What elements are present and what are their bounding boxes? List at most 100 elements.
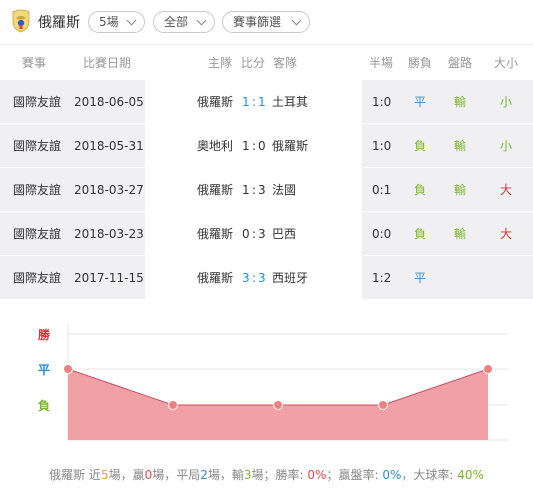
summary-text: 場，贏 bbox=[108, 468, 145, 482]
result-badge: 負 bbox=[414, 227, 427, 241]
col-result: 勝負 bbox=[408, 56, 433, 70]
score-sep: : bbox=[252, 271, 257, 285]
col-score: 比分 bbox=[241, 56, 266, 70]
ou-badge: 小 bbox=[500, 95, 513, 109]
data-point bbox=[63, 364, 73, 374]
half-score: 0:0 bbox=[372, 227, 392, 241]
table-row[interactable]: 國際友誼 2018-03-23 俄羅斯 0 : 3 巴西 0:0 負 輸 大 bbox=[0, 212, 533, 256]
away-team[interactable]: 土耳其 bbox=[272, 80, 308, 124]
y-tick-label: 負 bbox=[38, 398, 50, 413]
team-crest-icon bbox=[12, 9, 30, 33]
match-count-dropdown[interactable]: 5場 bbox=[88, 11, 145, 33]
score-away: 0 bbox=[258, 139, 266, 153]
home-team[interactable]: 奧地利 bbox=[197, 124, 233, 168]
result-badge: 負 bbox=[414, 183, 427, 197]
scope-dropdown[interactable]: 全部 bbox=[153, 11, 215, 33]
score-away: 1 bbox=[258, 95, 266, 109]
half-score: 1:0 bbox=[372, 95, 392, 109]
table-row[interactable]: 國際友誼 2018-06-05 俄羅斯 1 : 1 土耳其 1:0 平 輸 小 bbox=[0, 80, 533, 124]
summary-line: 俄羅斯 近5場，贏0場，平局2場，輸3場；勝率: 0%；贏盤率: 0%，大球率:… bbox=[0, 466, 533, 483]
col-ou: 大小 bbox=[494, 56, 519, 70]
y-tick-label: 平 bbox=[38, 363, 50, 377]
summary-text: 近 bbox=[85, 468, 101, 482]
data-point bbox=[168, 400, 178, 410]
result-badge: 平 bbox=[414, 95, 427, 109]
score-away: 3 bbox=[258, 227, 266, 241]
league-filter-value: 賽事篩選 bbox=[233, 15, 282, 29]
summary-recent-count: 5 bbox=[100, 468, 109, 482]
half-score: 0:1 bbox=[372, 183, 392, 197]
score-home: 1 bbox=[242, 139, 250, 153]
home-team[interactable]: 俄羅斯 bbox=[197, 168, 233, 212]
handicap-badge: 輸 bbox=[454, 183, 467, 197]
table-row[interactable]: 國際友誼 2018-05-31 奧地利 1 : 0 俄羅斯 1:0 負 輸 小 bbox=[0, 124, 533, 168]
summary-text: ；贏盤率: bbox=[326, 468, 383, 482]
date-cell: 2018-06-05 bbox=[74, 95, 144, 109]
data-point bbox=[483, 364, 493, 374]
score-sep: : bbox=[252, 227, 257, 241]
score-away: 3 bbox=[258, 271, 266, 285]
handicap-badge: 輸 bbox=[454, 139, 467, 153]
summary-win-rate: 0% bbox=[307, 468, 327, 482]
league-filter-dropdown[interactable]: 賽事篩選 bbox=[222, 11, 310, 33]
data-point bbox=[273, 400, 283, 410]
away-team[interactable]: 巴西 bbox=[272, 212, 296, 256]
summary-text: 場，輸 bbox=[207, 468, 244, 482]
col-home: 主隊 bbox=[208, 56, 233, 70]
data-point bbox=[378, 400, 388, 410]
score-home: 1 bbox=[242, 95, 250, 109]
col-league: 賽事 bbox=[22, 56, 47, 70]
result-badge: 平 bbox=[414, 271, 427, 285]
handicap-badge: 輸 bbox=[454, 227, 467, 241]
half-score: 1:2 bbox=[372, 271, 392, 285]
summary-text: 場；勝率: bbox=[251, 468, 308, 482]
summary-text: ，大球率: bbox=[401, 468, 458, 482]
col-away: 客隊 bbox=[273, 56, 298, 70]
match-count-value: 5場 bbox=[99, 15, 119, 29]
away-team[interactable]: 法國 bbox=[272, 168, 296, 212]
league-cell: 國際友誼 bbox=[13, 183, 62, 197]
table-row[interactable]: 國際友誼 2017-11-15 俄羅斯 3 : 3 西班牙 1:2 平 bbox=[0, 256, 533, 300]
score-home: 0 bbox=[242, 227, 250, 241]
score-sep: : bbox=[252, 95, 257, 109]
date-cell: 2018-03-27 bbox=[74, 183, 144, 197]
date-cell: 2017-11-15 bbox=[74, 271, 144, 285]
date-cell: 2018-03-23 bbox=[74, 227, 144, 241]
summary-handicap-rate: 0% bbox=[382, 468, 402, 482]
result-badge: 負 bbox=[414, 139, 427, 153]
ou-badge: 大 bbox=[500, 227, 513, 241]
home-team[interactable]: 俄羅斯 bbox=[197, 212, 233, 256]
score-away: 3 bbox=[258, 183, 266, 197]
summary-text: 場，平局 bbox=[152, 468, 201, 482]
table-header: 賽事 比賽日期 主隊 比分 客隊 半場 勝負 盤路 大小 bbox=[0, 44, 533, 80]
y-tick-label: 勝 bbox=[38, 327, 51, 342]
league-cell: 國際友誼 bbox=[13, 271, 62, 285]
summary-team: 俄羅斯 bbox=[49, 468, 86, 482]
home-team[interactable]: 俄羅斯 bbox=[197, 80, 233, 124]
summary-over-rate: 40% bbox=[457, 468, 484, 482]
table-row[interactable]: 國際友誼 2018-03-27 俄羅斯 1 : 3 法國 0:1 負 輸 大 bbox=[0, 168, 533, 212]
away-team[interactable]: 俄羅斯 bbox=[272, 124, 308, 168]
score-home: 1 bbox=[242, 183, 250, 197]
league-cell: 國際友誼 bbox=[13, 95, 62, 109]
chevron-down-icon bbox=[126, 15, 137, 26]
chevron-down-icon bbox=[291, 15, 302, 26]
ou-badge: 小 bbox=[500, 139, 513, 153]
home-team[interactable]: 俄羅斯 bbox=[197, 256, 233, 300]
league-cell: 國際友誼 bbox=[13, 139, 62, 153]
league-cell: 國際友誼 bbox=[13, 227, 62, 241]
col-date: 比賽日期 bbox=[83, 56, 132, 70]
col-half: 半場 bbox=[369, 56, 394, 70]
chevron-down-icon bbox=[196, 15, 207, 26]
ou-badge: 大 bbox=[500, 183, 513, 197]
summary-draws: 2 bbox=[200, 468, 208, 482]
handicap-badge: 輸 bbox=[454, 95, 467, 109]
away-team[interactable]: 西班牙 bbox=[272, 256, 308, 300]
score-home: 3 bbox=[242, 271, 250, 285]
filter-bar: 俄羅斯 5場 全部 賽事篩選 bbox=[0, 0, 533, 42]
half-score: 1:0 bbox=[372, 139, 392, 153]
form-trend-chart: 勝平負 bbox=[38, 324, 508, 441]
col-handicap: 盤路 bbox=[448, 56, 473, 70]
score-sep: : bbox=[252, 139, 257, 153]
date-cell: 2018-05-31 bbox=[74, 139, 144, 153]
